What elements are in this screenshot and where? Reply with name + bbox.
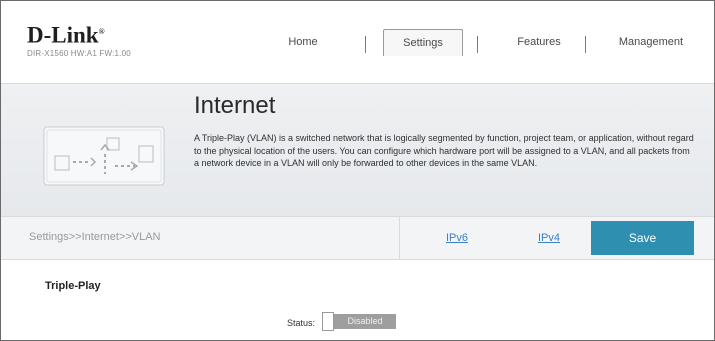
nav-divider bbox=[585, 36, 586, 53]
nav-home[interactable]: Home bbox=[271, 29, 335, 55]
page-title: Internet bbox=[194, 92, 276, 119]
nav-settings[interactable]: Settings bbox=[383, 29, 463, 56]
page-description: A Triple-Play (VLAN) is a switched netwo… bbox=[194, 133, 694, 168]
brand-name: D-Link® bbox=[27, 21, 131, 47]
nav-divider bbox=[365, 36, 366, 53]
page-banner: Internet A Triple-Play (VLAN) is a switc… bbox=[1, 83, 714, 216]
save-button[interactable]: Save bbox=[591, 221, 694, 255]
network-diagram-icon bbox=[43, 126, 165, 191]
brand-trademark: ® bbox=[98, 27, 105, 36]
status-label: Status: bbox=[287, 318, 316, 328]
toolbar: Settings>>Internet>>VLAN IPv6 IPv4 Save bbox=[1, 216, 714, 260]
toggle-knob[interactable] bbox=[322, 312, 334, 331]
header: D-Link® DIR-X1560 HW:A1 FW:1.00 Home Set… bbox=[1, 1, 714, 83]
status-toggle[interactable]: Disabled bbox=[322, 312, 396, 331]
section-title: Triple-Play bbox=[45, 280, 101, 292]
model-info: DIR-X1560 HW:A1 FW:1.00 bbox=[27, 48, 131, 58]
nav-divider bbox=[477, 36, 478, 53]
dlink-logo[interactable]: D-Link® DIR-X1560 HW:A1 FW:1.00 bbox=[27, 21, 131, 58]
brand-text: D-Link bbox=[27, 22, 99, 48]
toggle-state-label: Disabled bbox=[334, 314, 396, 329]
router-settings-window: D-Link® DIR-X1560 HW:A1 FW:1.00 Home Set… bbox=[0, 0, 715, 341]
nav-management[interactable]: Management bbox=[601, 29, 701, 55]
nav-features[interactable]: Features bbox=[497, 29, 581, 55]
ipv4-link[interactable]: IPv4 bbox=[492, 217, 606, 259]
breadcrumb[interactable]: Settings>>Internet>>VLAN bbox=[29, 231, 160, 243]
